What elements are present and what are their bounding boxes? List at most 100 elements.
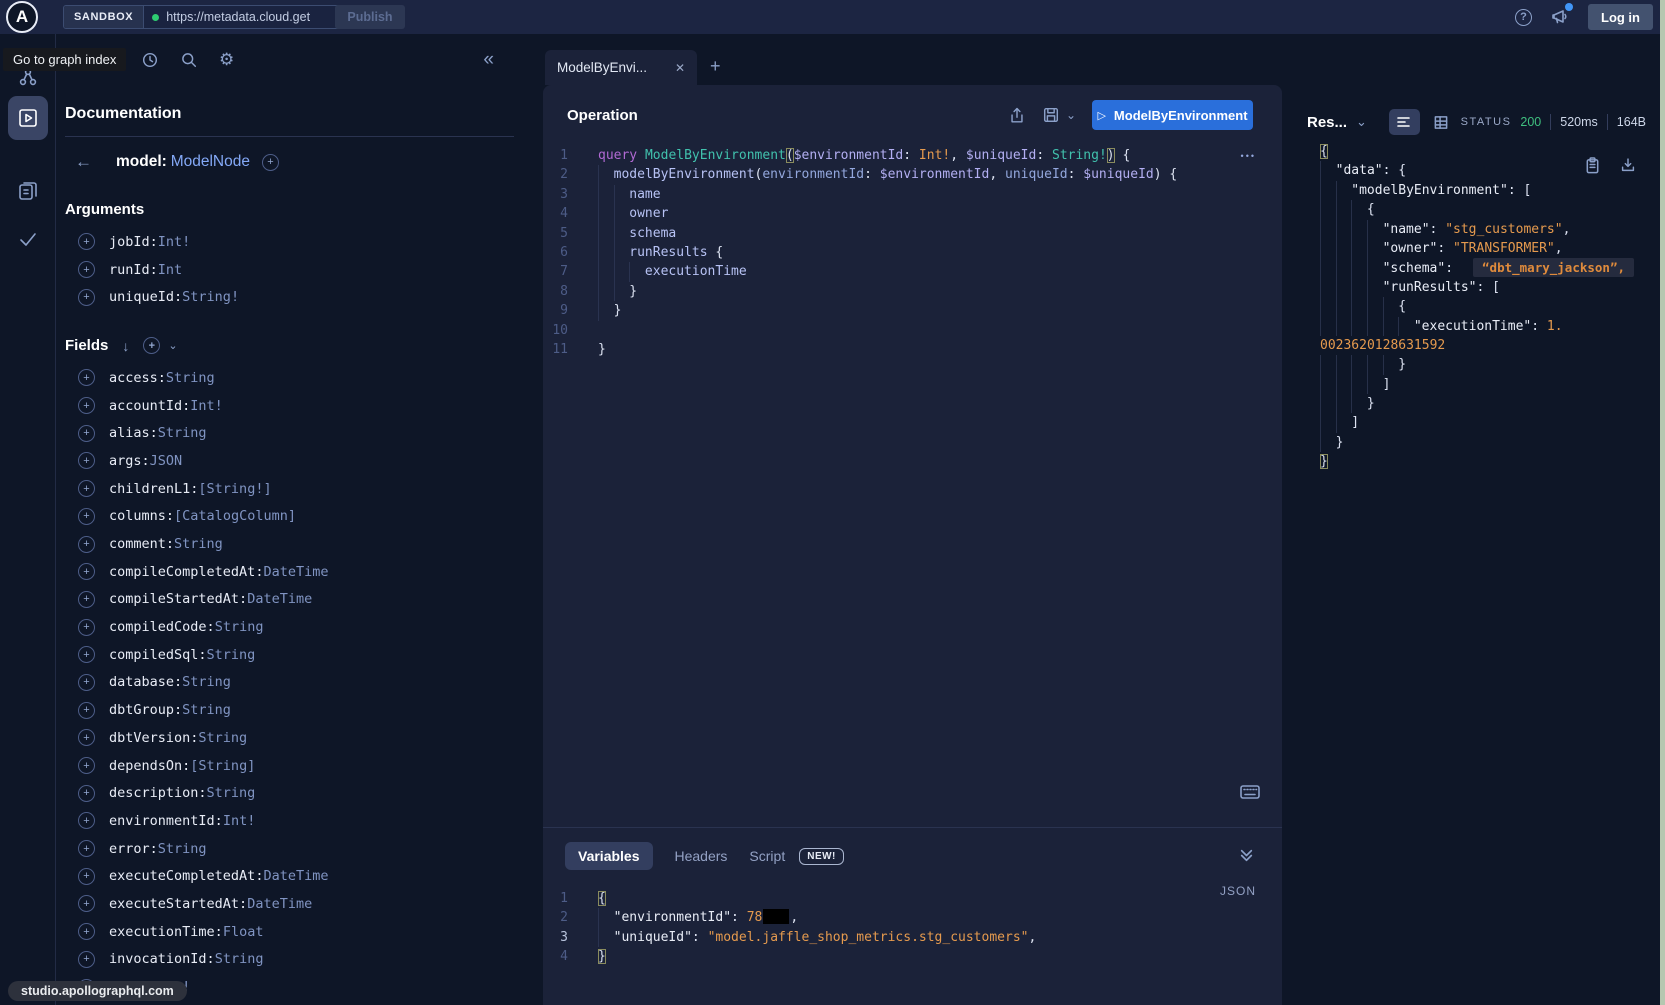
response-body[interactable]: {"data": {"modelByEnvironment": [{"name"… xyxy=(1282,142,1660,472)
login-button[interactable]: Log in xyxy=(1588,4,1653,30)
argument-name[interactable]: uniqueId xyxy=(109,289,182,305)
add-field-icon[interactable]: + xyxy=(78,480,95,497)
field-name[interactable]: comment xyxy=(109,536,174,552)
field-type[interactable]: Int! xyxy=(223,813,256,829)
field-name[interactable]: args xyxy=(109,453,150,469)
help-icon[interactable]: ? xyxy=(1515,9,1532,26)
add-field-icon[interactable]: + xyxy=(78,812,95,829)
add-field-icon[interactable]: + xyxy=(78,619,95,636)
field-type[interactable]: [String] xyxy=(190,758,255,774)
code-line[interactable]: 7executionTime xyxy=(543,262,1282,281)
editor-overflow-menu-icon[interactable]: ••• xyxy=(1241,151,1256,161)
field-name[interactable]: dependsOn xyxy=(109,758,190,774)
field-name[interactable]: environmentId xyxy=(109,813,223,829)
add-field-icon[interactable]: + xyxy=(78,895,95,912)
field-name[interactable]: compileStartedAt xyxy=(109,591,247,607)
add-field-icon[interactable]: + xyxy=(78,757,95,774)
field-type[interactable]: String xyxy=(182,674,231,690)
code-line[interactable]: 10 xyxy=(543,321,1282,340)
rail-item-checks[interactable] xyxy=(8,219,48,259)
argument-type[interactable]: String! xyxy=(182,289,239,305)
search-icon[interactable] xyxy=(180,51,198,69)
tab-headers[interactable]: Headers xyxy=(675,848,728,864)
collapse-sidebar-icon[interactable]: « xyxy=(483,49,494,71)
field-name[interactable]: columns xyxy=(109,508,174,524)
field-type[interactable]: DateTime xyxy=(263,564,328,580)
copy-response-icon[interactable] xyxy=(1584,156,1601,175)
field-name[interactable]: childrenL1 xyxy=(109,481,198,497)
code-line[interactable]: } xyxy=(1320,394,1660,413)
code-line[interactable]: 1{ xyxy=(543,889,1282,908)
collapse-panel-icon[interactable] xyxy=(1239,848,1254,863)
field-type[interactable]: DateTime xyxy=(247,896,312,912)
tab-script[interactable]: Script xyxy=(749,848,785,864)
add-all-fields-icon[interactable]: + xyxy=(262,154,279,171)
code-line[interactable]: { xyxy=(1320,200,1660,219)
code-line[interactable]: 5schema xyxy=(543,224,1282,243)
add-field-icon[interactable]: + xyxy=(78,536,95,553)
operation-editor[interactable]: 1query ModelByEnvironment($environmentId… xyxy=(543,146,1282,359)
add-field-icon[interactable]: + xyxy=(78,674,95,691)
code-line[interactable]: { xyxy=(1320,297,1660,316)
field-type[interactable]: DateTime xyxy=(247,591,312,607)
code-line[interactable]: } xyxy=(1320,452,1660,471)
add-field-icon[interactable]: + xyxy=(78,508,95,525)
close-tab-icon[interactable]: ✕ xyxy=(675,61,685,75)
field-type[interactable]: DateTime xyxy=(263,868,328,884)
field-name[interactable]: description xyxy=(109,785,207,801)
field-type[interactable]: String xyxy=(158,841,207,857)
fields-options-chevron-icon[interactable]: ⌄ xyxy=(168,339,177,352)
field-name[interactable]: accountId xyxy=(109,398,190,414)
field-type[interactable]: Int! xyxy=(190,398,223,414)
add-field-icon[interactable]: + xyxy=(78,868,95,885)
code-line[interactable]: 2modelByEnvironment(environmentId: $envi… xyxy=(543,165,1282,184)
code-line[interactable]: "modelByEnvironment": [ xyxy=(1320,181,1660,200)
argument-type[interactable]: Int xyxy=(158,262,182,278)
field-type[interactable]: String xyxy=(158,425,207,441)
code-line[interactable]: 6runResults { xyxy=(543,243,1282,262)
field-type[interactable]: String xyxy=(207,785,256,801)
add-argument-icon[interactable]: + xyxy=(78,289,95,306)
field-name[interactable]: database xyxy=(109,674,182,690)
add-field-icon[interactable]: + xyxy=(78,702,95,719)
publish-button[interactable]: Publish xyxy=(335,5,405,29)
field-name[interactable]: alias xyxy=(109,425,158,441)
argument-name[interactable]: jobId xyxy=(109,234,158,250)
field-type[interactable]: String xyxy=(215,619,264,635)
endpoint-url[interactable]: https://metadata.cloud.get xyxy=(166,10,310,24)
field-name[interactable]: dbtVersion xyxy=(109,730,198,746)
code-line[interactable]: 9} xyxy=(543,301,1282,320)
code-line[interactable]: } xyxy=(1320,433,1660,452)
field-type[interactable]: Float xyxy=(223,924,264,940)
code-line[interactable]: "runResults": [ xyxy=(1320,278,1660,297)
field-type[interactable]: String xyxy=(174,536,223,552)
code-line[interactable]: ] xyxy=(1320,413,1660,432)
add-field-icon[interactable]: + xyxy=(78,646,95,663)
code-line[interactable]: "executionTime": 1. xyxy=(1320,317,1660,336)
code-line[interactable]: "schema":“dbt_mary_jackson”, xyxy=(1320,258,1660,277)
add-field-icon[interactable]: + xyxy=(78,369,95,386)
field-name[interactable]: compiledCode xyxy=(109,619,215,635)
field-name[interactable]: executionTime xyxy=(109,924,223,940)
code-line[interactable]: ] xyxy=(1320,375,1660,394)
code-line[interactable]: "name": "stg_customers", xyxy=(1320,220,1660,239)
field-name[interactable]: compileCompletedAt xyxy=(109,564,263,580)
apollo-logo[interactable]: A xyxy=(6,1,38,33)
field-name[interactable]: access xyxy=(109,370,166,386)
field-name[interactable]: dbtGroup xyxy=(109,702,182,718)
rail-item-explorer[interactable] xyxy=(8,96,48,140)
code-line[interactable]: } xyxy=(1320,355,1660,374)
operation-tab[interactable]: ModelByEnvi... ✕ xyxy=(545,50,697,85)
response-title[interactable]: Res... xyxy=(1307,114,1347,131)
code-line[interactable]: 11} xyxy=(543,340,1282,359)
code-line[interactable]: 2"environmentId": 78, xyxy=(543,908,1282,927)
add-argument-icon[interactable]: + xyxy=(78,233,95,250)
field-name[interactable]: compiledSql xyxy=(109,647,207,663)
field-name[interactable]: error xyxy=(109,841,158,857)
keyboard-shortcuts-icon[interactable] xyxy=(1240,785,1260,799)
download-response-icon[interactable] xyxy=(1619,156,1637,174)
code-line[interactable]: 8} xyxy=(543,282,1282,301)
save-options-chevron-icon[interactable]: ⌄ xyxy=(1066,108,1076,122)
rail-item-schema[interactable] xyxy=(8,171,48,211)
run-operation-button[interactable]: ▷ ModelByEnvironment xyxy=(1092,100,1253,130)
